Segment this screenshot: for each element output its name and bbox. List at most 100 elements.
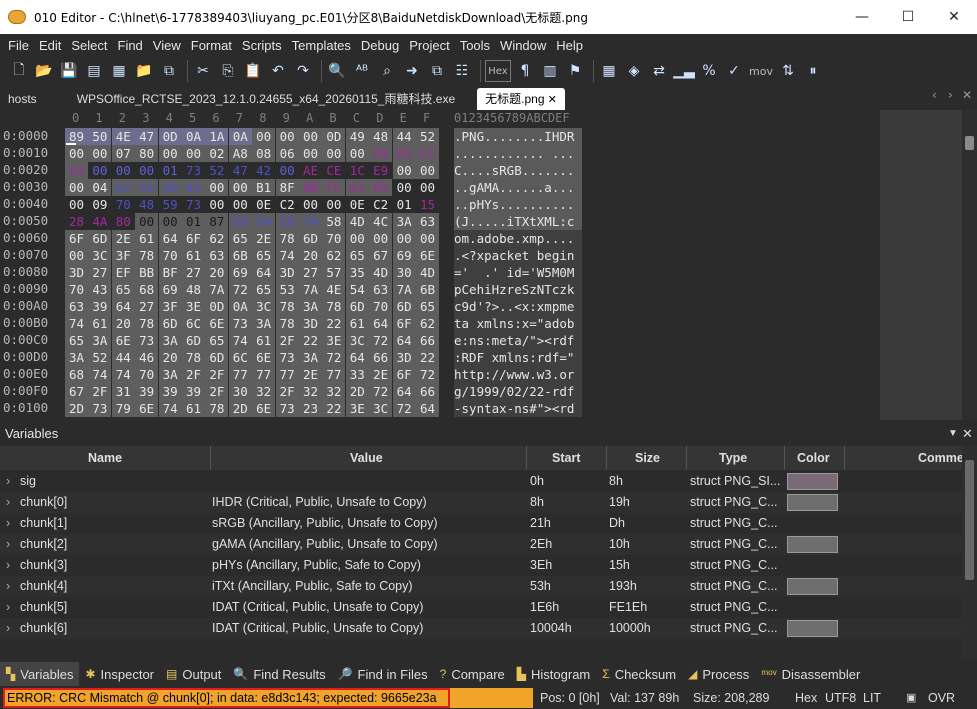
hex-byte[interactable]: 27 xyxy=(88,264,112,281)
hex-byte[interactable]: 65 xyxy=(228,230,252,247)
hex-byte[interactable]: 61 xyxy=(345,315,369,332)
hex-byte[interactable]: 35 xyxy=(345,264,369,281)
close-button[interactable]: ✕ xyxy=(931,0,977,34)
hex-byte[interactable]: E8 xyxy=(369,145,393,162)
status-hex-mode[interactable]: Hex xyxy=(795,689,817,707)
expand-chevron-icon[interactable]: › xyxy=(6,534,10,555)
hex-byte[interactable]: 2D xyxy=(228,400,252,417)
menu-templates[interactable]: Templates xyxy=(287,38,356,53)
hex-byte[interactable]: 6D xyxy=(88,230,112,247)
hex-byte[interactable]: 3F xyxy=(111,247,135,264)
hex-byte[interactable]: 6F xyxy=(392,366,416,383)
col-header-type[interactable]: Type xyxy=(719,446,747,470)
swap-icon[interactable]: ⇄ xyxy=(648,60,670,82)
hex-byte[interactable]: 62 xyxy=(322,247,346,264)
hex-byte[interactable]: 65 xyxy=(252,247,276,264)
hex-byte[interactable]: 22 xyxy=(299,332,322,349)
hex-byte[interactable]: 4A xyxy=(88,213,112,230)
hex-byte[interactable]: 69 xyxy=(228,264,252,281)
hex-byte[interactable]: D3 xyxy=(392,145,416,162)
hex-byte[interactable]: 6E xyxy=(205,315,229,332)
hex-byte[interactable]: 00 xyxy=(345,145,369,162)
ascii-text[interactable]: e:ns:meta/"><rdf xyxy=(454,332,582,349)
hex-byte[interactable]: 2D xyxy=(65,400,88,417)
hex-byte[interactable]: 70 xyxy=(65,281,88,298)
hex-byte[interactable]: 0A xyxy=(228,128,252,145)
hex-byte[interactable]: 01 xyxy=(182,213,205,230)
hex-byte[interactable]: 2F xyxy=(275,332,299,349)
paste-icon[interactable]: 📋 xyxy=(242,60,264,82)
hex-byte[interactable]: 70 xyxy=(158,247,182,264)
hex-byte[interactable]: FC xyxy=(322,179,346,196)
hex-byte[interactable]: 53 xyxy=(275,281,299,298)
hex-byte[interactable]: 6E xyxy=(111,332,135,349)
hex-byte[interactable]: 00 xyxy=(158,213,182,230)
compare-icon[interactable]: ⧉ xyxy=(426,60,448,82)
ascii-text[interactable]: c9d'?>..<x:xmpme xyxy=(454,298,582,315)
hex-byte[interactable]: 74 xyxy=(275,247,299,264)
hex-byte[interactable]: 61 xyxy=(182,400,205,417)
convert-icon[interactable]: ⇅ xyxy=(777,60,799,82)
undo-icon[interactable]: ↶ xyxy=(267,60,289,82)
hex-byte[interactable]: 6D xyxy=(182,332,205,349)
hex-byte[interactable]: 7A xyxy=(392,281,416,298)
ascii-text[interactable]: :RDF xmlns:rdf=" xyxy=(454,349,582,366)
menu-tools[interactable]: Tools xyxy=(455,38,495,53)
col-header-name[interactable]: Name xyxy=(88,446,122,470)
hex-byte[interactable]: 47 xyxy=(228,162,252,179)
hex-byte[interactable]: 6C xyxy=(182,315,205,332)
ascii-text[interactable]: .<?xpacket begin xyxy=(454,247,582,264)
hex-byte[interactable]: 0B xyxy=(299,179,322,196)
percent-icon[interactable]: % xyxy=(698,60,720,82)
expand-chevron-icon[interactable]: › xyxy=(6,597,10,618)
hex-byte[interactable]: 6E xyxy=(416,247,439,264)
hex-byte[interactable]: 3C xyxy=(88,247,112,264)
hex-byte[interactable]: 70 xyxy=(135,366,159,383)
hex-byte[interactable]: 63 xyxy=(205,247,229,264)
color-swatch[interactable] xyxy=(787,536,838,553)
hex-scrollbar-thumb[interactable] xyxy=(965,136,974,150)
tab-0[interactable]: hosts xyxy=(0,88,45,110)
hex-byte[interactable]: 00 xyxy=(416,230,439,247)
hex-byte[interactable]: 08 xyxy=(252,145,276,162)
hex-byte[interactable]: 2E xyxy=(252,230,276,247)
goto-icon[interactable]: ➜ xyxy=(401,60,423,82)
ascii-text[interactable]: http://www.w3.or xyxy=(454,366,582,383)
hex-byte[interactable]: 8F xyxy=(275,179,299,196)
hex-byte[interactable]: 00 xyxy=(416,162,439,179)
hex-byte[interactable]: 32 xyxy=(252,383,276,400)
hex-byte[interactable]: 2E xyxy=(369,366,393,383)
hex-byte[interactable]: 00 xyxy=(182,145,205,162)
save-icon[interactable]: 💾 xyxy=(58,60,80,82)
hex-byte[interactable]: 61 xyxy=(182,247,205,264)
hex-byte[interactable]: 78 xyxy=(275,298,299,315)
hex-byte[interactable]: 41 xyxy=(135,179,159,196)
hex-byte[interactable]: 1C xyxy=(345,162,369,179)
hex-byte[interactable]: 4D xyxy=(158,179,182,196)
hex-byte[interactable]: 3D xyxy=(65,264,88,281)
ascii-text[interactable]: ..gAMA......a... xyxy=(454,179,582,196)
hex-byte[interactable]: 61 xyxy=(135,230,159,247)
hex-byte[interactable]: 58 xyxy=(322,213,346,230)
tab-scroll-right-icon[interactable]: › xyxy=(948,88,953,102)
ascii-text[interactable]: om.adobe.xmp.... xyxy=(454,230,582,247)
hex-byte[interactable]: 00 xyxy=(299,196,322,213)
variables-scrollbar-thumb[interactable] xyxy=(965,460,974,580)
hex-byte[interactable]: 73 xyxy=(135,332,159,349)
hex-byte[interactable]: 67 xyxy=(65,383,88,400)
hex-byte[interactable]: 72 xyxy=(228,281,252,298)
hex-byte[interactable]: 1A xyxy=(205,128,229,145)
hex-byte[interactable]: 73 xyxy=(228,315,252,332)
hex-byte[interactable]: 69 xyxy=(228,213,252,230)
pause-icon[interactable]: ⏸ xyxy=(802,60,824,82)
hex-byte[interactable]: 61 xyxy=(345,179,369,196)
hex-byte[interactable]: 22 xyxy=(416,349,439,366)
hex-byte[interactable]: 72 xyxy=(322,349,346,366)
hex-byte[interactable]: 3A xyxy=(88,332,112,349)
hex-byte[interactable]: 44 xyxy=(111,349,135,366)
hex-byte[interactable]: 31 xyxy=(111,383,135,400)
columns-icon[interactable]: ▥ xyxy=(539,60,561,82)
hex-byte[interactable]: 78 xyxy=(135,315,159,332)
hex-byte[interactable]: 42 xyxy=(252,162,276,179)
variable-row[interactable]: › chunk[2] gAMA (Ancillary, Public, Unsafe… xyxy=(0,534,962,555)
